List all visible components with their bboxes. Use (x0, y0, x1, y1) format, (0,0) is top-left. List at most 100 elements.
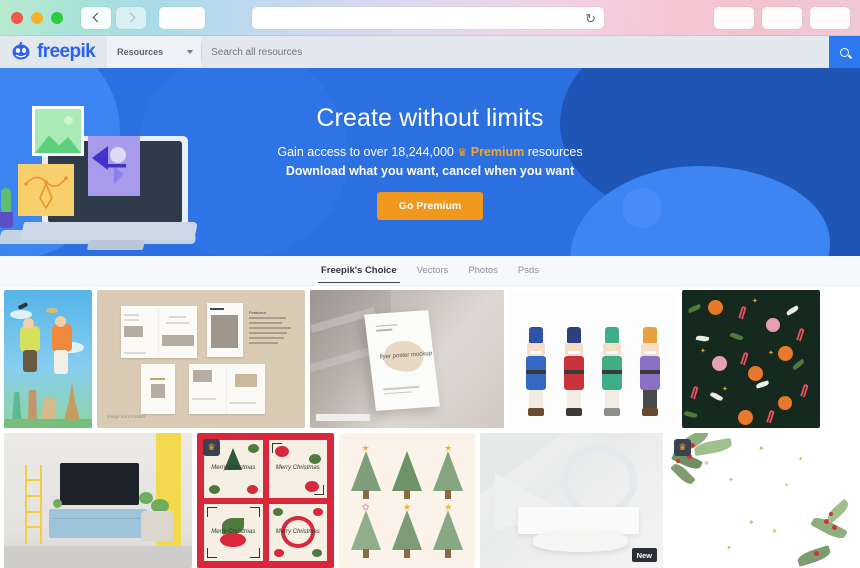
search-input[interactable] (211, 46, 829, 58)
podium-cylinder (533, 530, 629, 552)
nutcracker-boots (528, 408, 544, 416)
reload-icon[interactable]: ↻ (585, 12, 596, 25)
freepik-wordmark: freepik (37, 41, 96, 62)
hero-content: Create without limits Gain access to ove… (0, 68, 860, 256)
category-tabs: Freepik's Choice Vectors Photos Psds (0, 256, 860, 286)
gallery-item-living-room-interior[interactable] (4, 433, 192, 568)
gallery-item-merry-christmas-card-set[interactable]: ♛ Merry Christmas Merry Christmas Merry … (197, 433, 334, 568)
chevron-left-icon (92, 12, 102, 23)
christmas-tree-5: ★ (386, 501, 427, 561)
christmas-card-2: Merry Christmas (268, 440, 327, 498)
nutcracker-boots (566, 408, 582, 416)
resources-dropdown[interactable]: Resources (107, 36, 202, 68)
card-text: Merry Christmas (211, 528, 256, 535)
gallery-item-white-podium-scene[interactable]: New (480, 433, 663, 568)
close-window-button[interactable] (11, 11, 23, 24)
new-badge: New (631, 548, 657, 562)
nutcracker-face (527, 343, 545, 356)
minimize-window-button[interactable] (31, 11, 43, 24)
back-button[interactable] (81, 6, 111, 29)
toolbar-button-1[interactable] (714, 7, 754, 29)
magazine-page (227, 364, 265, 414)
gold-star-icon: ✦ (728, 477, 734, 484)
nutcracker-body (640, 356, 660, 390)
go-premium-button[interactable]: Go Premium (376, 192, 484, 220)
gallery-item-flyer-poster-mockup[interactable]: flyer poster mockup (310, 290, 504, 428)
nutcracker-body (564, 356, 584, 390)
person-shirt (20, 326, 40, 352)
tab-freepiks-choice[interactable]: Freepik's Choice (317, 259, 400, 283)
premium-badge-crown-icon: ♛ (674, 439, 691, 456)
forward-button[interactable] (116, 6, 146, 29)
magazine-page (189, 364, 227, 414)
address-bar[interactable]: ↻ (252, 7, 604, 29)
fern-icon (824, 498, 852, 524)
freepik-mascot-icon (10, 41, 32, 62)
feature-list: Features: (249, 310, 297, 344)
sparkle-icon: ✦ (752, 298, 758, 305)
nutcracker-red (563, 327, 585, 416)
ornament-ball (766, 318, 780, 332)
decorative-ring (560, 445, 638, 517)
ground (4, 419, 92, 428)
search-button[interactable] (829, 36, 860, 68)
gallery-item-watercolor-christmas-trees[interactable]: ★ ★ ✿ ★ ★ (339, 433, 475, 568)
gallery-item-travel-tourism-photo[interactable] (4, 290, 92, 428)
gold-star-icon: ✦ (784, 483, 790, 489)
decorative-ladder (24, 465, 42, 544)
christmas-card-4: Merry Christmas (268, 503, 327, 561)
candy-cane-icon (796, 327, 805, 342)
premium-badge-crown-icon: ♛ (203, 439, 220, 456)
tab-psds[interactable]: Psds (515, 259, 542, 282)
card-text: Merry Christmas (211, 465, 256, 472)
nutcracker-purple (639, 327, 661, 416)
tab-photos[interactable]: Photos (465, 259, 501, 282)
toolbar-button-2[interactable] (762, 7, 802, 29)
nutcracker-hat (529, 327, 543, 343)
person-legs (54, 350, 68, 374)
nutcracker-legs (529, 390, 543, 408)
candy-cane-icon (738, 305, 747, 320)
maximize-window-button[interactable] (51, 11, 63, 24)
berry-icon (832, 525, 837, 530)
christmas-tree-6: ★ (428, 501, 469, 561)
search-area (201, 36, 829, 68)
tab-vectors[interactable]: Vectors (414, 259, 452, 282)
search-divider (201, 44, 203, 60)
nutcracker-legs (567, 390, 581, 408)
gold-snowflake-icon: ❅ (704, 461, 710, 467)
gallery-item-nutcracker-figures[interactable] (509, 290, 677, 428)
site-header: freepik Resources (0, 36, 860, 68)
berry-icon (829, 512, 833, 516)
gallery-item-magazine-mockup-set[interactable]: Features: Image not included (97, 290, 305, 428)
gold-star-icon: ✦ (748, 518, 755, 527)
small-plant (52, 499, 62, 509)
hero-subtitle-prefix: Gain access to over 18,244,000 (277, 145, 454, 159)
white-frond-icon (785, 305, 800, 316)
nutcracker-green (601, 327, 623, 416)
poster-sheet: flyer poster mockup (364, 310, 440, 411)
hero-subtitle: Gain access to over 18,244,000 ♛ Premium… (277, 145, 582, 159)
browser-tab[interactable] (159, 6, 205, 29)
sparkle-icon: ✦ (700, 348, 706, 355)
gallery-item-christmas-ornament-pattern[interactable]: ✦ ✦ ✦ ✦ (682, 290, 820, 428)
hero-premium-word: Premium (470, 145, 525, 159)
nutcracker-hat (643, 327, 657, 343)
nutcracker-boots (642, 408, 658, 416)
flying-hat (46, 308, 58, 313)
holly-leaf-icon (687, 303, 702, 314)
nutcracker-face (603, 343, 621, 356)
nutcracker-legs (643, 390, 657, 408)
pine-sprig-icon (795, 545, 833, 567)
holly-leaf-icon (791, 358, 806, 371)
freepik-logo[interactable]: freepik (0, 36, 107, 68)
hero-title: Create without limits (316, 104, 544, 132)
armchair (141, 511, 174, 541)
gallery-item-christmas-foliage-frame[interactable]: ♛ ✦ ✦ ✦ ✦ ❅ ❅ ✦ ✦ (668, 433, 853, 568)
holly-leaf-icon (729, 331, 744, 342)
ornament-ball (748, 366, 763, 381)
toolbar-button-3[interactable] (810, 7, 850, 29)
hero-tagline: Download what you want, cancel when you … (285, 164, 575, 178)
christmas-tree-1: ★ (345, 441, 386, 501)
christmas-tree-2 (386, 441, 427, 501)
